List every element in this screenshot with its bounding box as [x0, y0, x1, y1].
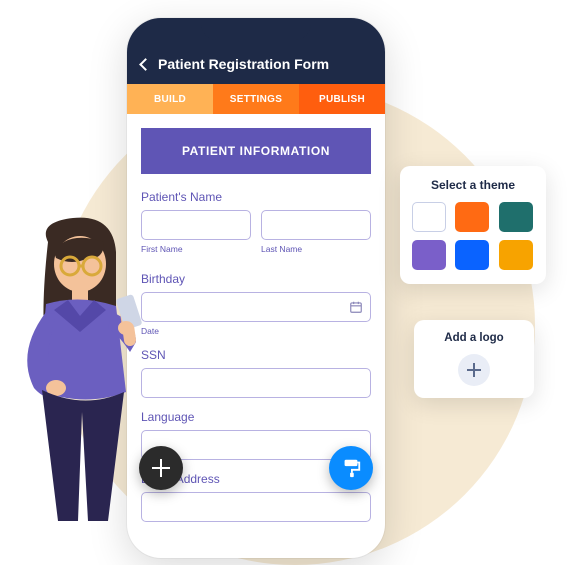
woman-illustration: [8, 212, 158, 521]
field-birthday: Birthday Date: [141, 272, 371, 336]
input-birthday[interactable]: [141, 292, 371, 322]
input-billing[interactable]: [141, 492, 371, 522]
tab-bar: BUILD SETTINGS PUBLISH: [127, 84, 385, 114]
theme-swatch-0[interactable]: [412, 202, 446, 232]
theme-swatch-3[interactable]: [412, 240, 446, 270]
add-logo-button[interactable]: [458, 354, 490, 386]
label-birthday: Birthday: [141, 272, 371, 286]
theme-swatch-2[interactable]: [499, 202, 533, 232]
tab-settings[interactable]: SETTINGS: [213, 84, 299, 114]
page-title: Patient Registration Form: [158, 56, 329, 72]
paint-roller-icon: [340, 457, 362, 479]
tab-publish[interactable]: PUBLISH: [299, 84, 385, 114]
add-logo-panel: Add a logo: [414, 320, 534, 398]
paint-theme-button[interactable]: [329, 446, 373, 490]
theme-swatch-1[interactable]: [455, 202, 489, 232]
theme-swatch-5[interactable]: [499, 240, 533, 270]
label-patient-name: Patient's Name: [141, 190, 371, 204]
theme-selector-panel: Select a theme: [400, 166, 546, 284]
label-ssn: SSN: [141, 348, 371, 362]
sublabel-date: Date: [141, 326, 371, 336]
calendar-icon[interactable]: [349, 300, 363, 314]
theme-swatch-grid: [412, 202, 534, 270]
tab-build[interactable]: BUILD: [127, 84, 213, 114]
phone-notch: [201, 18, 311, 40]
section-header: PATIENT INFORMATION: [141, 128, 371, 174]
theme-panel-title: Select a theme: [412, 178, 534, 192]
back-icon[interactable]: [139, 58, 152, 71]
logo-panel-title: Add a logo: [426, 332, 522, 344]
sublabel-last-name: Last Name: [261, 244, 371, 254]
label-language: Language: [141, 410, 371, 424]
field-ssn: SSN: [141, 348, 371, 398]
theme-swatch-4[interactable]: [455, 240, 489, 270]
input-last-name[interactable]: [261, 210, 371, 240]
input-ssn[interactable]: [141, 368, 371, 398]
field-patient-name: Patient's Name First Name Last Name: [141, 190, 371, 266]
phone-frame: Patient Registration Form BUILD SETTINGS…: [127, 18, 385, 558]
